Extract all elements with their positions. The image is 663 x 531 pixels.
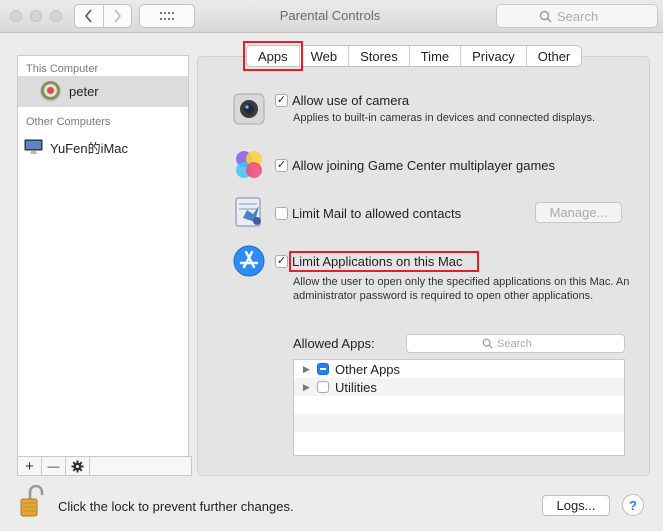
tab-apps[interactable]: Apps	[243, 41, 303, 71]
search-placeholder: Search	[557, 8, 599, 24]
lock-message: Click the lock to prevent further change…	[58, 499, 294, 514]
manage-contacts-button[interactable]: Manage...	[535, 202, 622, 223]
user-name: peter	[69, 84, 99, 99]
gear-icon	[71, 460, 84, 472]
game-center-label: Allow joining Game Center multiplayer ga…	[292, 158, 556, 173]
tab-time[interactable]: Time	[410, 46, 462, 66]
action-menu-button[interactable]	[66, 457, 90, 475]
camera-checkbox[interactable]: ✓	[275, 94, 288, 107]
tab-other[interactable]: Other	[527, 46, 582, 66]
list-empty-row	[294, 432, 624, 450]
avatar	[40, 81, 61, 102]
list-item-utilities[interactable]: ▶ Utilities	[294, 378, 624, 396]
chevron-right-icon	[114, 9, 122, 23]
chevron-left-icon	[84, 9, 92, 23]
lock-icon[interactable]	[20, 485, 44, 517]
list-item-other-apps[interactable]: ▶ Other Apps	[294, 360, 624, 378]
forward-button[interactable]	[102, 5, 132, 27]
preferences-search-field[interactable]: Search	[496, 4, 658, 28]
app-store-icon	[233, 245, 265, 277]
help-button[interactable]: ?	[622, 494, 644, 516]
disclosure-triangle-icon[interactable]: ▶	[303, 382, 311, 393]
tab-web[interactable]: Web	[300, 46, 350, 66]
list-item-label: Other Apps	[335, 361, 401, 377]
camera-label: Allow use of camera	[292, 93, 410, 108]
mail-label: Limit Mail to allowed contacts	[292, 206, 462, 221]
title-bar: Parental Controls Search	[0, 0, 663, 33]
mail-contacts-icon	[235, 197, 261, 227]
search-icon	[482, 338, 493, 349]
allowed-apps-label: Allowed Apps:	[293, 336, 375, 351]
mail-checkbox[interactable]	[275, 207, 288, 220]
limit-apps-label: Limit Applications on this Mac	[292, 254, 463, 269]
tab-privacy[interactable]: Privacy	[461, 46, 527, 66]
other-apps-checkbox[interactable]	[317, 363, 329, 375]
allowed-apps-search-placeholder: Search	[497, 337, 532, 350]
game-center-icon	[236, 151, 262, 178]
game-center-checkbox[interactable]: ✓	[275, 159, 288, 172]
zoom-window-button[interactable]	[50, 10, 62, 22]
computer-name: YuFen的iMac	[50, 140, 129, 156]
allowed-apps-search-input[interactable]: Search	[406, 334, 625, 353]
other-computers-header: Other Computers	[26, 116, 111, 128]
search-icon	[539, 10, 552, 23]
sidebar-toolbar: + —	[17, 456, 192, 476]
user-list: This Computer peter Other Computers YuFe…	[17, 55, 189, 457]
tab-bar: Apps Web Stores Time Privacy Other	[243, 41, 583, 71]
list-item-label: Utilities	[335, 379, 377, 395]
remove-user-button[interactable]: —	[42, 457, 66, 475]
camera-description: Applies to built-in cameras in devices a…	[293, 112, 596, 124]
minimize-window-button[interactable]	[30, 10, 42, 22]
utilities-checkbox[interactable]	[317, 381, 329, 393]
imac-icon	[24, 139, 43, 154]
user-item-peter[interactable]: peter	[18, 76, 188, 107]
list-empty-row	[294, 396, 624, 414]
show-all-button[interactable]	[139, 4, 195, 28]
list-empty-row	[294, 414, 624, 432]
allowed-apps-list: ▶ Other Apps ▶ Utilities	[293, 359, 625, 456]
camera-icon	[233, 93, 265, 125]
computer-item-imac[interactable]: YuFen的iMac	[18, 136, 188, 158]
add-user-button[interactable]: +	[18, 457, 42, 475]
tab-stores[interactable]: Stores	[349, 46, 410, 66]
limit-apps-description: Allow the user to open only the specifie…	[293, 276, 630, 302]
navigation-buttons	[74, 4, 132, 28]
window-title: Parental Controls	[279, 8, 381, 23]
this-computer-header: This Computer	[26, 63, 99, 75]
limit-apps-checkbox[interactable]: ✓	[275, 255, 288, 268]
disclosure-triangle-icon[interactable]: ▶	[303, 364, 311, 375]
logs-button[interactable]: Logs...	[542, 495, 610, 516]
back-button[interactable]	[75, 5, 103, 27]
grid-icon	[160, 12, 174, 20]
close-window-button[interactable]	[10, 10, 22, 22]
